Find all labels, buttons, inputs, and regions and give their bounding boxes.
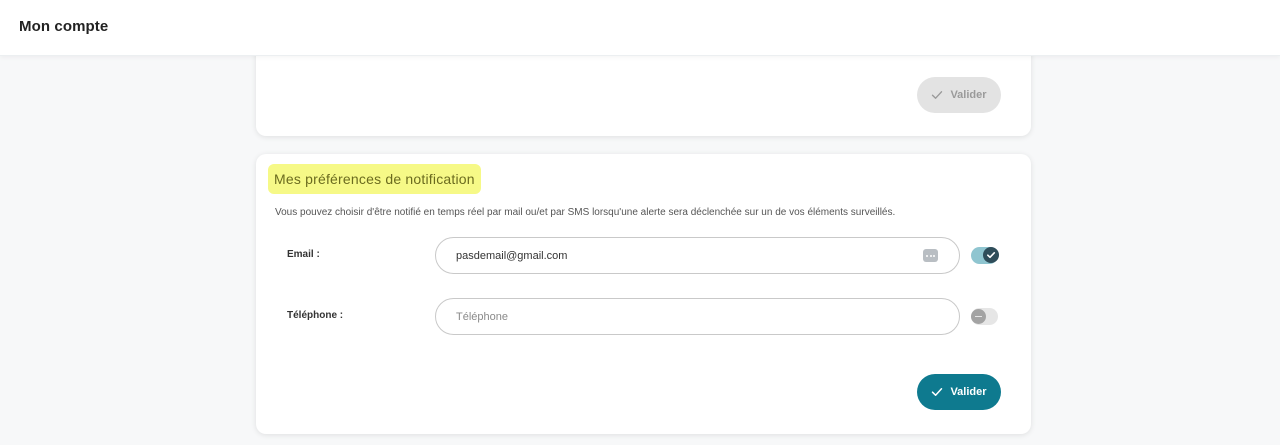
section-description: Vous pouvez choisir d'être notifié en te…: [275, 207, 896, 218]
email-value: pasdemail@gmail.com: [456, 249, 568, 262]
top-bar: Mon compte: [0, 0, 1280, 56]
password-manager-icon[interactable]: [923, 249, 938, 262]
toggle-knob: [971, 309, 986, 324]
notification-preferences-card: Mes préférences de notification Vous pou…: [256, 154, 1031, 434]
email-toggle[interactable]: [971, 247, 999, 264]
email-label: Email :: [287, 249, 320, 260]
phone-toggle[interactable]: [971, 308, 998, 325]
validate-button-label: Valider: [950, 386, 987, 398]
phone-field[interactable]: Téléphone: [435, 298, 960, 335]
toggle-knob: [983, 247, 999, 263]
validate-button-label: Valider: [950, 89, 987, 101]
validate-button-disabled[interactable]: Valider: [917, 77, 1001, 113]
check-icon: [932, 388, 943, 396]
page-title: Mon compte: [19, 18, 109, 35]
phone-label: Téléphone :: [287, 310, 344, 321]
check-icon: [932, 91, 943, 99]
validate-button[interactable]: Valider: [917, 374, 1001, 410]
toggle-dash-icon: [975, 315, 982, 318]
toggle-check-icon: [987, 252, 996, 259]
phone-placeholder: Téléphone: [456, 310, 508, 323]
section-title: Mes préférences de notification: [268, 164, 481, 194]
email-field[interactable]: pasdemail@gmail.com: [435, 237, 960, 274]
